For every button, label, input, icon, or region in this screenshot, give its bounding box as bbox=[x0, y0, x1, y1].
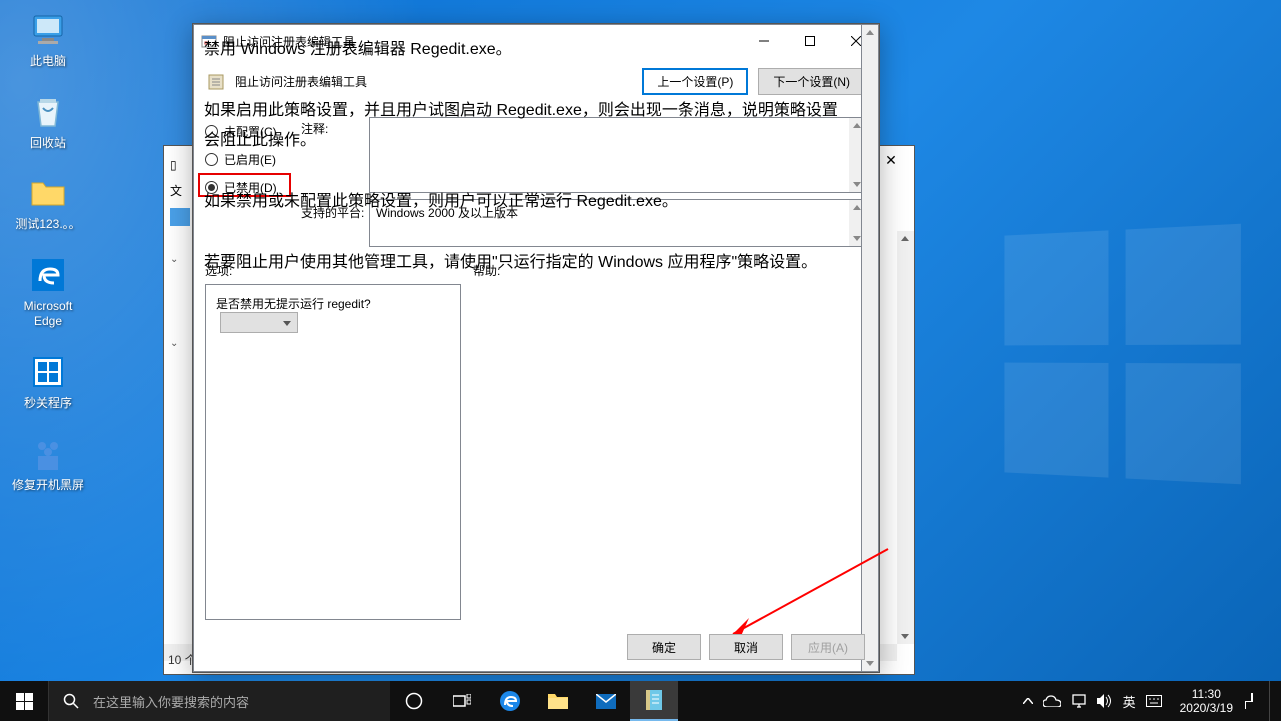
desktop-icons: 此电脑 回收站 测试123.。。 Microsoft Edge 秒关程序 修复开… bbox=[10, 10, 90, 515]
help-panel: 禁用 Windows 注册表编辑器 Regedit.exe。 如果启用此策略设置… bbox=[193, 24, 862, 672]
taskbar-edge[interactable] bbox=[486, 681, 534, 721]
help-panel-wrap: 禁用 Windows 注册表编辑器 Regedit.exe。 如果启用此策略设置… bbox=[193, 109, 587, 445]
windows-logo-background bbox=[1004, 224, 1240, 484]
search-placeholder: 在这里输入你要搜索的内容 bbox=[93, 692, 249, 711]
taskbar-search[interactable]: 在这里输入你要搜索的内容 bbox=[48, 681, 390, 721]
bg-vertical-scrollbar[interactable] bbox=[897, 231, 914, 644]
tray-onedrive-icon[interactable] bbox=[1043, 695, 1061, 707]
help-paragraph: 若要阻止用户使用其他管理工具，请使用"只运行指定的 Windows 应用程序"策… bbox=[204, 248, 851, 278]
desktop-icon-folder-test[interactable]: 测试123.。。 bbox=[10, 173, 86, 233]
desktop-icon-edge[interactable]: Microsoft Edge bbox=[10, 255, 86, 330]
tray-network-icon[interactable] bbox=[1071, 694, 1087, 708]
help-paragraph: 禁用 Windows 注册表编辑器 Regedit.exe。 bbox=[204, 35, 851, 65]
show-desktop-button[interactable] bbox=[1269, 681, 1275, 721]
taskbar: 在这里输入你要搜索的内容 英 11:30 2020/3/19 bbox=[0, 681, 1281, 721]
start-button[interactable] bbox=[0, 681, 48, 721]
policy-dialog: 阻止访问注册表编辑工具 阻止访问注册表编辑工具 上一个设置(P) 下一个设置(N… bbox=[192, 23, 880, 673]
help-paragraph: 如果启用此策略设置，并且用户试图启动 Regedit.exe，则会出现一条消息，… bbox=[204, 96, 851, 157]
desktop-icon-recycle-bin[interactable]: 回收站 bbox=[10, 92, 86, 152]
taskbar-cortana[interactable] bbox=[390, 681, 438, 721]
search-icon bbox=[49, 693, 93, 709]
desktop-icon-this-pc[interactable]: 此电脑 bbox=[10, 10, 86, 70]
tray-volume-icon[interactable] bbox=[1097, 694, 1113, 708]
taskbar-mail[interactable] bbox=[582, 681, 630, 721]
tray-clock[interactable]: 11:30 2020/3/19 bbox=[1172, 687, 1241, 716]
cancel-button[interactable]: 取消 bbox=[709, 634, 783, 660]
taskbar-notepad[interactable] bbox=[630, 681, 678, 721]
tray-chevron-up-icon[interactable] bbox=[1023, 698, 1033, 704]
tray-ime-keyboard-icon[interactable] bbox=[1146, 695, 1162, 707]
ok-button[interactable]: 确定 bbox=[627, 634, 701, 660]
desktop-icon-shutdown[interactable]: 秒关程序 bbox=[10, 352, 86, 412]
taskbar-taskview[interactable] bbox=[438, 681, 486, 721]
help-paragraph: 如果禁用或未配置此策略设置，则用户可以正常运行 Regedit.exe。 bbox=[204, 187, 851, 217]
system-tray: 英 11:30 2020/3/19 bbox=[1017, 681, 1281, 721]
taskbar-explorer[interactable] bbox=[534, 681, 582, 721]
apply-button[interactable]: 应用(A) bbox=[791, 634, 865, 660]
tray-ime-lang[interactable]: 英 bbox=[1123, 692, 1136, 711]
desktop-icon-fix-boot[interactable]: 修复开机黑屏 bbox=[10, 434, 86, 494]
scrollbar[interactable] bbox=[862, 24, 879, 672]
tray-notifications-icon[interactable] bbox=[1251, 694, 1253, 708]
